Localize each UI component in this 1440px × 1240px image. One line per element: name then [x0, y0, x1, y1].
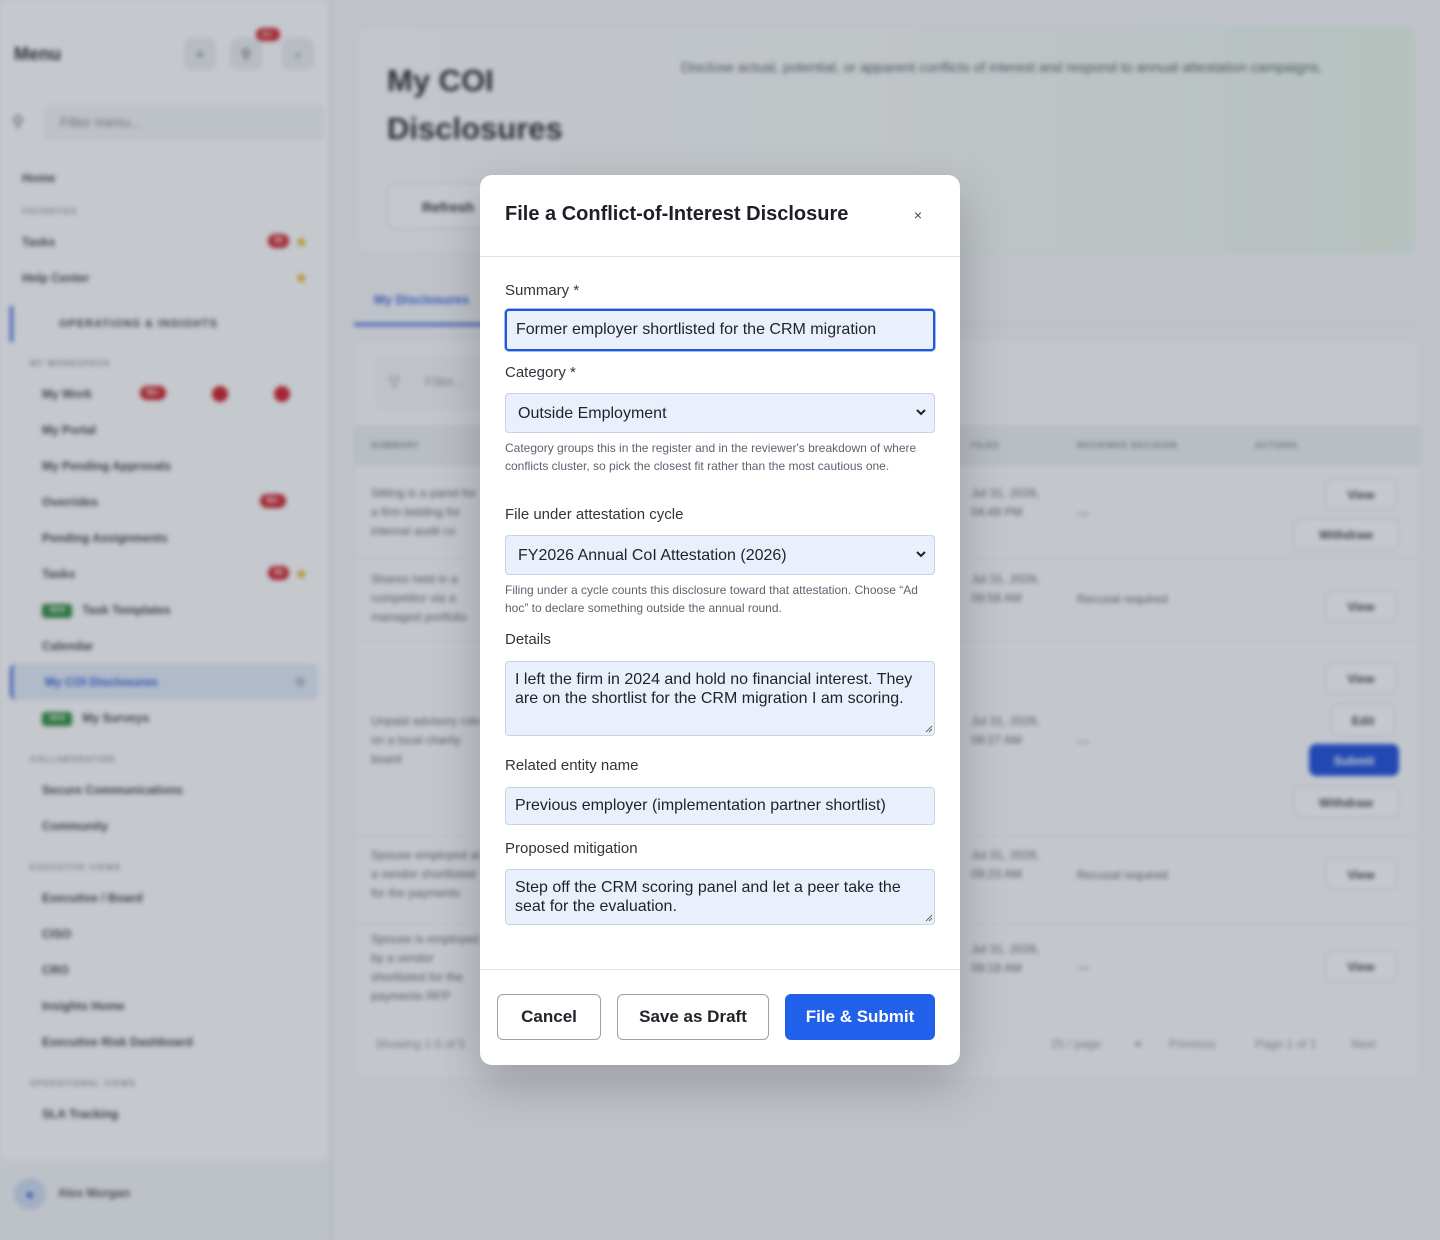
category-label: Category *: [505, 364, 576, 381]
details-label: Details: [505, 631, 551, 648]
category-select[interactable]: Outside Employment: [505, 393, 935, 433]
file-submit-button[interactable]: File & Submit: [785, 994, 935, 1040]
summary-label: Summary *: [505, 282, 580, 299]
category-help-text: Category groups this in the register and…: [505, 441, 917, 473]
summary-input[interactable]: [505, 309, 935, 351]
dialog-title: File a Conflict-of-Interest Disclosure: [505, 203, 849, 225]
related-entity-input[interactable]: [505, 787, 935, 825]
cycle-help-text: Filing under a cycle counts this disclos…: [505, 583, 918, 615]
dialog-header: File a Conflict-of-Interest Disclosure ×: [480, 175, 960, 257]
cycle-select-wrapper: FY2026 Annual CoI Attestation (2026): [505, 535, 935, 575]
cycle-label: File under attestation cycle: [505, 506, 684, 523]
category-select-wrapper: Outside Employment: [505, 393, 935, 433]
attestation-cycle-select[interactable]: FY2026 Annual CoI Attestation (2026): [505, 535, 935, 575]
close-icon[interactable]: ×: [908, 205, 928, 225]
mitigation-textarea[interactable]: Step off the CRM scoring panel and let a…: [505, 869, 935, 925]
coi-disclosure-dialog: File a Conflict-of-Interest Disclosure ×…: [480, 175, 960, 1065]
mitigation-label: Proposed mitigation: [505, 840, 638, 857]
entity-label: Related entity name: [505, 757, 639, 774]
cancel-button[interactable]: Cancel: [497, 994, 601, 1040]
details-textarea[interactable]: I left the firm in 2024 and hold no fina…: [505, 661, 935, 736]
dialog-footer: Cancel Save as Draft File & Submit: [480, 969, 960, 1065]
save-draft-button[interactable]: Save as Draft: [617, 994, 769, 1040]
